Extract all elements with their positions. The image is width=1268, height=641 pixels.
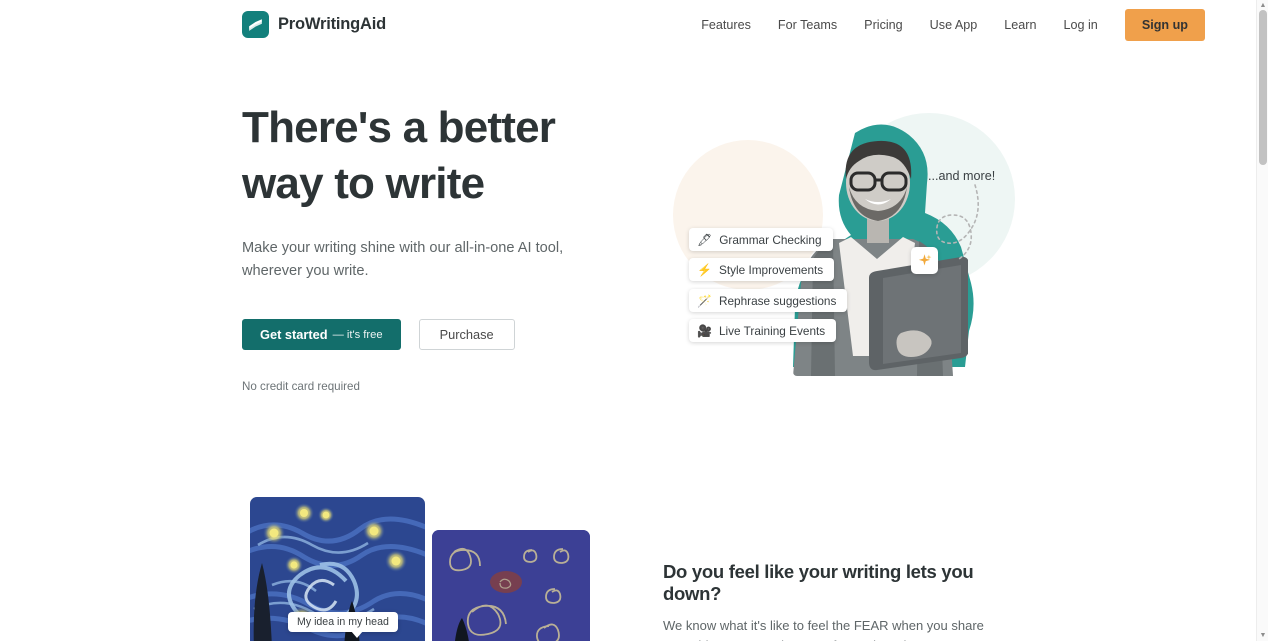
scroll-down-arrow-icon[interactable]: ▼ [1257, 630, 1268, 641]
nav-link-learn[interactable]: Learn [1004, 18, 1036, 32]
lower-section-title: Do you feel like your writing lets you d… [663, 561, 974, 604]
nav-link-pricing[interactable]: Pricing [864, 18, 903, 32]
hero-copy-block: There's a better way to write Make your … [242, 100, 622, 393]
and-more-label: ...and more! [928, 169, 996, 183]
purchase-button[interactable]: Purchase [418, 319, 515, 350]
feature-card-grammar-checking[interactable]: 🖋 Grammar Checking [689, 228, 833, 251]
site-header: ProWritingAid Features For Teams Pricing… [0, 0, 1256, 49]
lower-copy-block: Do you feel like your writing lets you d… [663, 561, 1023, 641]
get-started-suffix: — it's free [332, 328, 383, 341]
no-credit-card-note: No credit card required [242, 380, 360, 393]
brand-logo-link[interactable]: ProWritingAid [242, 11, 386, 38]
blue-doodle-sketch [432, 530, 590, 641]
feature-card-live-training-events[interactable]: 🎥 Live Training Events [689, 319, 837, 342]
get-started-button[interactable]: Get started — it's free [242, 319, 401, 350]
feature-card-label: Style Improvements [718, 262, 824, 277]
lower-section-body: We know what it's like to feel the FEAR … [663, 618, 1002, 641]
nav-link-for-teams[interactable]: For Teams [778, 18, 837, 32]
sign-up-button[interactable]: Sign up [1124, 8, 1205, 41]
get-started-label: Get started [260, 327, 328, 342]
movie-camera-icon: 🎥 [697, 323, 712, 338]
page-title: There's a better way to write [242, 100, 622, 212]
feature-card-rephrase-suggestions[interactable]: 🪄 Rephrase suggestions [689, 289, 848, 312]
scrollbar-thumb[interactable] [1259, 10, 1267, 165]
hero-title-line-1: There's a better [242, 103, 556, 152]
hero-subtitle: Make your writing shine with our all-in-… [242, 240, 564, 279]
stacked-pages-logo-icon [242, 11, 269, 38]
feature-card-style-improvements[interactable]: ⚡ Style Improvements [689, 258, 835, 281]
quill-pen-icon: 🖋 [697, 232, 713, 247]
feature-card-label: Grammar Checking [719, 232, 822, 247]
feature-card-label: Live Training Events [718, 323, 826, 338]
brand-name: ProWritingAid [278, 15, 387, 33]
nav-link-features[interactable]: Features [701, 18, 751, 32]
page-root: ProWritingAid Features For Teams Pricing… [0, 0, 1268, 641]
sparkles-icon [911, 247, 938, 274]
nav-link-use-app[interactable]: Use App [930, 18, 978, 32]
hero-illustration: ...and more! 🖋 Grammar Checking ⚡ Style … [655, 95, 1015, 395]
page-scrollbar[interactable]: ▲ ▼ [1256, 0, 1268, 641]
lightning-bolt-icon: ⚡ [697, 262, 712, 277]
feature-card-label: Rephrase suggestions [718, 293, 837, 308]
idea-tooltip: My idea in my head [288, 612, 398, 638]
magic-wand-icon: 🪄 [697, 293, 712, 308]
hero-title-line-2: way to write [242, 159, 485, 208]
main-nav: Features For Teams Pricing Use App Learn… [701, 0, 1256, 49]
hero-cta-group: Get started — it's free Purchase [242, 319, 622, 350]
nav-link-log-in[interactable]: Log in [1064, 18, 1098, 32]
